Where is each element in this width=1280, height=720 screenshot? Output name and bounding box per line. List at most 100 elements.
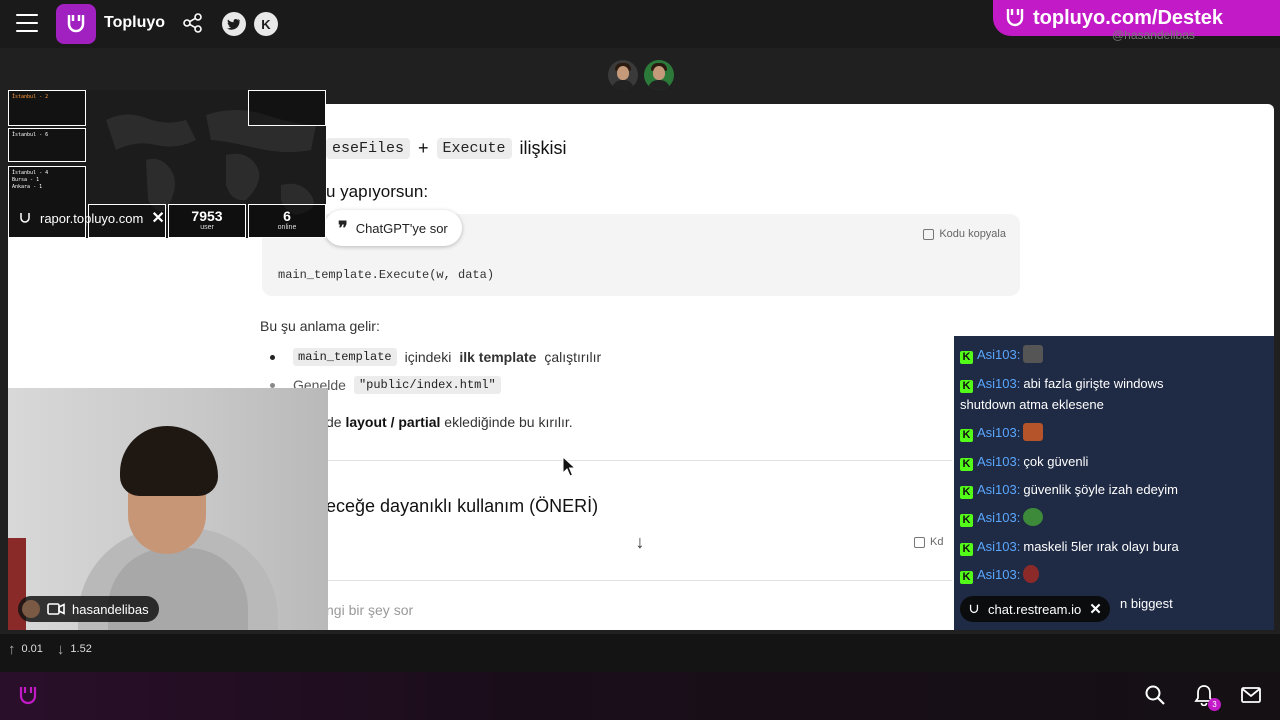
rapor-url[interactable]: rapor.topluyo.com (40, 211, 143, 226)
copy-code-button[interactable]: Kd (914, 536, 943, 548)
kick-icon: K (960, 514, 973, 527)
chat-message: K Asi103: abi fazla girişte windows (960, 373, 1164, 394)
chat-message: K Asi103: (960, 507, 1044, 528)
chat-message: K Asi103: çok güvenli (960, 451, 1088, 472)
emote-icon (1023, 423, 1044, 441)
avatar[interactable] (644, 60, 674, 90)
copy-icon (914, 536, 925, 548)
twitter-icon[interactable] (222, 12, 246, 36)
bullet-dot (270, 354, 275, 360)
close-icon[interactable]: ✕ (151, 208, 164, 228)
topluyo-small-icon (969, 604, 979, 613)
arrow-down-icon: ↓ (56, 640, 65, 658)
streamer-username: hasandelibas (72, 601, 149, 617)
paragraph: Bu şu anlama gelir: (260, 318, 380, 334)
chat-message-continued: shutdown atma eklesene (960, 397, 1104, 412)
city-line: Ankara - 1 (12, 184, 43, 190)
chat-text: çok güvenli (1023, 454, 1089, 469)
chat-username: Asi103 (977, 567, 1017, 582)
inline-code: eseFiles (326, 138, 411, 159)
restream-url[interactable]: chat.restream.io (988, 602, 1081, 617)
user-label: user (200, 224, 214, 231)
topluyo-logo-icon[interactable] (56, 4, 96, 44)
copy-label: Kd (930, 536, 944, 548)
city-line: Bursa - 1 (12, 177, 40, 183)
prompt-input[interactable]: ngi bir şey sor (326, 602, 413, 618)
avatar (22, 600, 40, 618)
notification-badge: 3 (1208, 698, 1221, 711)
emote-icon (1023, 565, 1040, 583)
section-heading: eseFiles + Execute ilişkisi (326, 138, 567, 159)
chat-username: Asi103 (977, 454, 1017, 469)
online-label: online (277, 224, 297, 231)
chat-username: Asi103 (977, 510, 1017, 525)
heading-text: ilişkisi (519, 138, 567, 158)
chat-message: K Asi103: güvenlik şöyle izah edeyim (960, 479, 1178, 500)
mail-icon[interactable] (1240, 684, 1262, 706)
bullet-bold: ilk template (459, 349, 537, 365)
user-count-box: 7953 user (168, 204, 246, 238)
emote-icon (1023, 345, 1044, 363)
kick-icon: K (960, 429, 973, 442)
chat-message: K Asi103: (960, 564, 1040, 585)
chat-message: K Asi103: (960, 422, 1044, 443)
top-bar: Topluyo K topluyo.com/Destek @hasandelib… (0, 0, 1280, 48)
ask-chatgpt-button[interactable]: ❞ ChatGPT'ye sor (324, 210, 462, 246)
avatar[interactable] (608, 60, 638, 90)
online-count-box: 6 online (248, 204, 326, 238)
para-prefix: de (326, 414, 342, 430)
subheading: u yapıyorsun: (326, 182, 429, 201)
restream-link-bar[interactable]: chat.restream.io ✕ (960, 596, 1110, 622)
inline-code: main_template (293, 348, 397, 366)
chat-text: abi fazla girişte windows (1023, 376, 1164, 391)
copy-label: Kodu kopyala (939, 228, 1006, 240)
video-camera-icon (47, 603, 65, 615)
list-item: main_template içindeki ilk template çalı… (270, 348, 601, 366)
para-bold: layout / partial (345, 414, 441, 430)
search-icon[interactable] (1144, 684, 1166, 706)
rapor-link-bar[interactable]: rapor.topluyo.com ✕ (18, 204, 165, 232)
divider (260, 580, 952, 581)
copy-code-button[interactable]: Kodu kopyala (923, 228, 1006, 240)
emote-icon (1023, 508, 1044, 526)
bandwidth-stats: ↑ 0.01 ↓ 1.52 (0, 636, 400, 662)
upload-value: 0.01 (21, 643, 43, 655)
chat-username: Asi103 (977, 425, 1017, 440)
streamer-label[interactable]: hasandelibas (18, 596, 159, 622)
topluyo-small-icon (1006, 9, 1024, 27)
city-box: İstanbul - 6 (8, 128, 86, 162)
webcam-feed: hasandelibas (8, 388, 328, 630)
chat-message: K Asi103: (960, 344, 1044, 365)
chat-username: Asi103 (977, 347, 1017, 362)
scroll-down-icon[interactable]: ↓ (628, 532, 652, 556)
city-line: İstanbul - 6 (12, 132, 49, 138)
ask-chatgpt-label: ChatGPT'ye sor (355, 220, 448, 236)
bottom-bar (0, 672, 1280, 720)
chat-username: Asi103 (977, 376, 1017, 391)
faint-handle: @hasandelibas (1112, 28, 1195, 42)
close-icon[interactable]: ✕ (1089, 600, 1102, 618)
chat-text: güvenlik şöyle izah edeyim (1023, 482, 1179, 497)
topluyo-logo-icon[interactable] (16, 684, 40, 708)
chat-message-partial: n biggest (1120, 596, 1173, 611)
plus-sign: + (418, 138, 429, 158)
kick-icon: K (960, 571, 973, 584)
paragraph: de layout / partial eklediğinde bu kırıl… (326, 414, 573, 430)
kick-icon: K (960, 380, 973, 393)
donate-link[interactable]: topluyo.com/Destek (1033, 7, 1223, 30)
quote-icon: ❞ (338, 217, 348, 238)
chat-overlay: K Asi103: K Asi103: abi fazla girişte windo… (954, 336, 1274, 630)
kick-icon[interactable]: K (254, 12, 278, 36)
bullet-tail: çalıştırılır (544, 349, 602, 365)
menu-icon[interactable] (16, 14, 38, 32)
brand-name[interactable]: Topluyo (104, 14, 165, 32)
section-heading: eceğe dayanıklı kullanım (ÖNERİ) (326, 496, 599, 516)
chat-username: Asi103 (977, 539, 1017, 554)
kick-icon: K (960, 486, 973, 499)
inline-code: "public/index.html" (353, 376, 501, 394)
mouse-cursor-icon (562, 456, 576, 477)
share-icon[interactable] (182, 12, 204, 34)
bullet-dot (270, 382, 275, 388)
city-line: İstanbul - 2 (12, 94, 49, 100)
copy-icon (923, 228, 935, 240)
